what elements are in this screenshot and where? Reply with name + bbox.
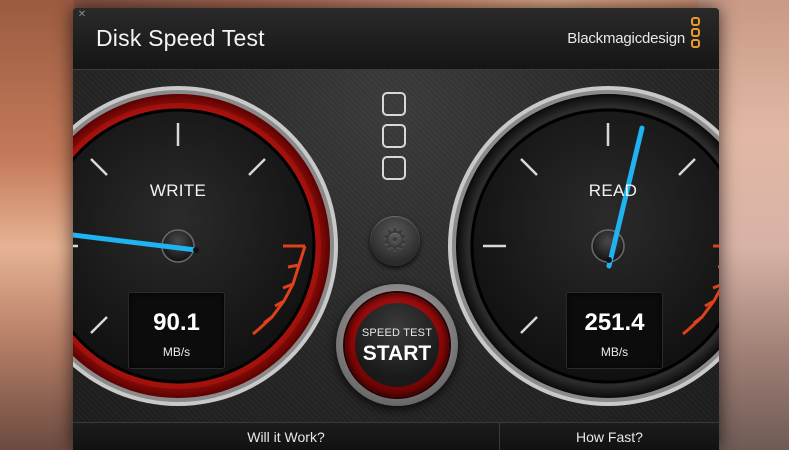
drive-status-indicator [382,92,410,188]
write-gauge-label: WRITE [149,181,207,200]
how-fast-tab[interactable]: How Fast? [500,423,719,450]
write-speed-unit: MB/s [162,345,191,359]
read-speed-value: 251.4 [584,309,645,336]
start-button-label: START [362,342,432,365]
start-button-caption: SPEED TEST [361,327,433,339]
write-readout: 90.1 MB/s [128,292,225,369]
status-box-icon [382,92,406,116]
read-gauge-label: READ [588,181,638,200]
footer-bar: Will it Work? How Fast? [73,422,719,450]
status-box-icon [382,156,406,180]
read-speed-unit: MB/s [600,345,629,359]
read-readout: 251.4 MB/s [566,292,663,369]
settings-button[interactable]: ⚙ [370,216,420,266]
start-button-ring: SPEED TEST START [345,293,449,397]
desktop-wallpaper-left [0,0,74,450]
start-button-face: SPEED TEST START [355,303,439,387]
write-speed-value: 90.1 [153,309,200,336]
will-it-work-tab[interactable]: Will it Work? [73,423,500,450]
speed-test-start-button[interactable]: SPEED TEST START [336,284,458,406]
status-box-icon [382,124,406,148]
gear-icon: ⚙ [381,223,409,258]
disk-speed-test-window: ✕ Disk Speed Test Blackmagicdesign WRITE… [73,8,719,450]
